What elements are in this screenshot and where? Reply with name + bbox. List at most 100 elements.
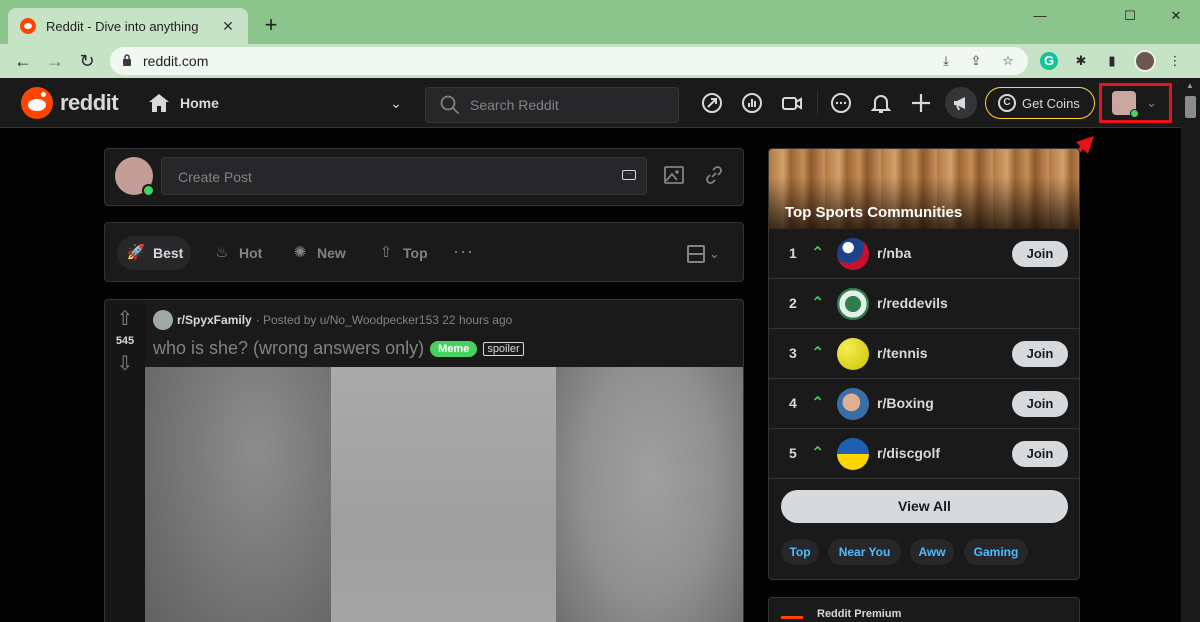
user-menu-dropdown[interactable]: ⌄ [1099, 83, 1172, 123]
chat-icon[interactable] [828, 90, 854, 116]
home-label: Home [180, 95, 219, 111]
search-bar[interactable] [425, 87, 679, 123]
sort-label: Top [403, 245, 428, 261]
join-button[interactable]: Join [1012, 241, 1068, 267]
reddit-wordmark[interactable]: reddit [60, 90, 119, 116]
top-chart-icon: ⇧ [379, 244, 393, 261]
post-card[interactable]: ⇧ 545 ⇩ r/SpyxFamily · Posted by u/No_Wo… [104, 299, 744, 622]
all-chart-icon[interactable] [739, 90, 765, 116]
sort-hot-tab[interactable]: ♨ Hot [203, 236, 270, 270]
address-bar[interactable]: reddit.com ⤓ ⇪ ☆ [110, 47, 1028, 75]
chevron-up-icon: ⌃ [811, 295, 825, 312]
card-layout-icon [687, 245, 705, 263]
popular-arrow-icon[interactable] [699, 90, 725, 116]
upvote-arrow-icon[interactable]: ⇧ [114, 308, 136, 330]
post-blurred-media[interactable] [145, 367, 743, 622]
join-button[interactable]: Join [1012, 441, 1068, 467]
community-name[interactable]: r/reddevils [877, 295, 948, 311]
search-input[interactable] [470, 95, 670, 115]
community-name[interactable]: r/discgolf [877, 445, 940, 461]
more-options-icon[interactable]: ··· [453, 241, 474, 262]
sort-new-tab[interactable]: ✺ New [281, 236, 354, 270]
url-text: reddit.com [143, 53, 209, 69]
sort-best-tab[interactable]: 🚀 Best [117, 236, 192, 270]
community-name[interactable]: r/tennis [877, 345, 928, 361]
advertise-megaphone-icon[interactable] [945, 87, 977, 119]
home-feed-dropdown[interactable]: Home ⌄ [140, 86, 406, 120]
community-row[interactable]: 3 ⌃ r/tennis Join [769, 329, 1079, 379]
boxing-avatar-icon [837, 388, 869, 420]
reload-icon[interactable]: ↻ [75, 49, 99, 73]
sparkle-icon: ✺ [293, 244, 307, 261]
keyboard-icon: ··· [622, 170, 636, 180]
post-title[interactable]: who is she? (wrong answers only) [153, 338, 424, 359]
community-row[interactable]: 1 ⌃ r/nba Join [769, 229, 1079, 279]
subreddit-link[interactable]: r/SpyxFamily [177, 313, 252, 327]
view-all-button[interactable]: View All [781, 490, 1068, 523]
community-rank: 4 [789, 395, 797, 411]
media-panel [145, 367, 331, 622]
scroll-up-arrow-icon[interactable]: ▲ [1186, 81, 1194, 90]
reddevils-logo-icon [837, 288, 869, 320]
reddit-logo-icon[interactable] [21, 87, 53, 119]
browser-profile-avatar[interactable] [1134, 50, 1156, 72]
search-icon [440, 95, 460, 115]
sort-top-tab[interactable]: ⇧ Top [367, 236, 436, 270]
downvote-arrow-icon[interactable]: ⇩ [114, 353, 136, 375]
grammarly-extension-icon[interactable]: G [1040, 52, 1058, 70]
flame-icon: ♨ [215, 244, 229, 261]
share-icon[interactable]: ⇪ [966, 51, 986, 71]
chevron-down-icon: ⌄ [1146, 95, 1157, 110]
sort-label: Best [153, 245, 184, 261]
create-post-input[interactable]: Create Post ··· [161, 157, 647, 195]
layout-switcher[interactable]: ⌄ [687, 243, 727, 265]
chip-near-you[interactable]: Near You [828, 539, 901, 565]
user-avatar[interactable] [115, 157, 155, 197]
create-post-plus-icon[interactable] [908, 90, 934, 116]
subreddit-icon[interactable] [153, 310, 173, 330]
page-scrollbar[interactable]: ▲ [1181, 78, 1200, 622]
vote-count: 545 [115, 335, 135, 347]
extensions-puzzle-icon[interactable]: ✱ [1071, 51, 1091, 71]
browser-tab[interactable]: Reddit - Dive into anything ✕ [8, 8, 248, 44]
community-rank: 1 [789, 245, 797, 261]
discgolf-logo-icon [837, 438, 869, 470]
chip-gaming[interactable]: Gaming [964, 539, 1028, 565]
join-button[interactable]: Join [1012, 341, 1068, 367]
close-tab-icon[interactable]: ✕ [218, 16, 238, 36]
post-flair-badge[interactable]: Meme [430, 340, 478, 357]
new-tab-button[interactable]: + [258, 12, 284, 38]
videos-icon[interactable] [779, 90, 805, 116]
side-panel-icon[interactable]: ▮ [1102, 51, 1122, 71]
rocket-icon: 🚀 [126, 244, 146, 261]
scroll-thumb[interactable] [1185, 96, 1196, 118]
nba-logo-icon [837, 238, 869, 270]
link-icon[interactable] [703, 165, 725, 187]
window-close-button[interactable]: ✕ [1153, 4, 1199, 28]
browser-menu-icon[interactable]: ⋮ [1165, 51, 1185, 71]
reddit-premium-card: Reddit Premium [768, 597, 1080, 622]
premium-shield-icon [781, 616, 803, 622]
minimize-button[interactable]: — [1017, 4, 1063, 28]
community-row[interactable]: 5 ⌃ r/discgolf Join [769, 429, 1079, 479]
get-coins-button[interactable]: C Get Coins [985, 87, 1095, 119]
join-button[interactable]: Join [1012, 391, 1068, 417]
forward-arrow-icon[interactable]: → [43, 49, 67, 73]
notification-bell-icon[interactable] [868, 90, 894, 116]
community-name[interactable]: r/Boxing [877, 395, 934, 411]
community-row[interactable]: 2 ⌃ r/reddevils [769, 279, 1079, 329]
image-upload-icon[interactable] [663, 165, 685, 187]
browser-toolbar: ← → ↻ reddit.com ⤓ ⇪ ☆ G ✱ ▮ ⋮ [0, 44, 1200, 78]
chip-top[interactable]: Top [781, 539, 819, 565]
bookmark-star-icon[interactable]: ☆ [998, 51, 1018, 71]
back-arrow-icon[interactable]: ← [11, 49, 35, 73]
media-panel [331, 367, 556, 622]
community-row[interactable]: 4 ⌃ r/Boxing Join [769, 379, 1079, 429]
maximize-button[interactable]: ☐ [1107, 4, 1153, 28]
home-icon [149, 94, 169, 112]
chevron-up-icon: ⌃ [811, 345, 825, 362]
chip-aww[interactable]: Aww [910, 539, 954, 565]
install-app-icon[interactable]: ⤓ [936, 51, 956, 71]
post-title-row: who is she? (wrong answers only) Meme sp… [153, 338, 524, 359]
community-name[interactable]: r/nba [877, 245, 911, 261]
